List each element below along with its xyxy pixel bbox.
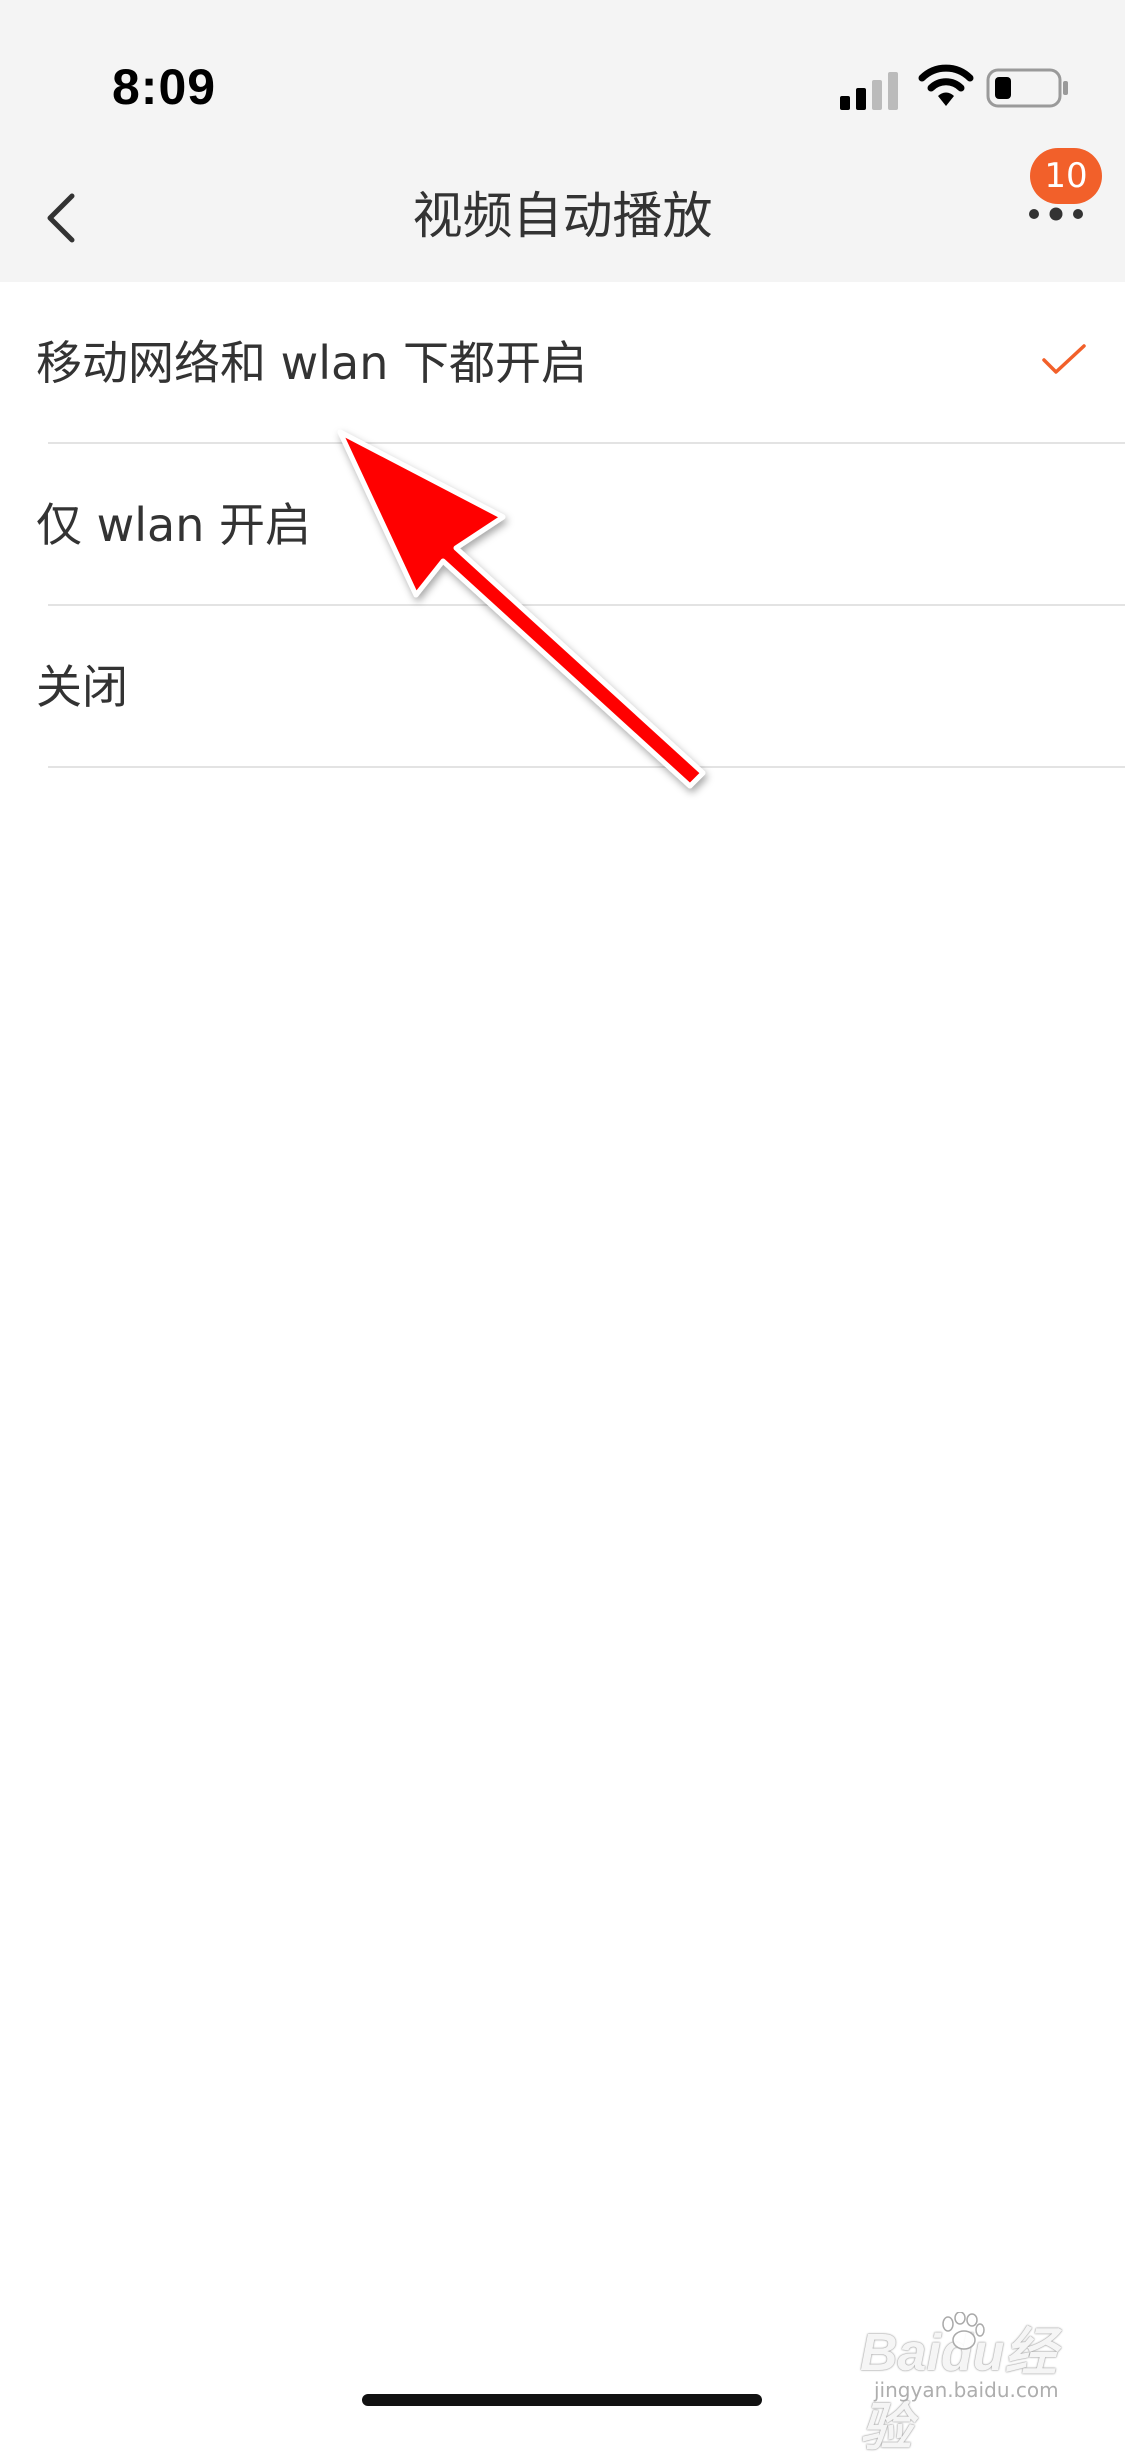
page-title: 视频自动播放 — [412, 187, 713, 245]
option-label: 仅 wlan 开启 — [36, 498, 311, 552]
baidu-watermark: Baidu经验 jingyan.baidu.com — [860, 2310, 1090, 2457]
battery-icon — [986, 68, 1068, 108]
home-indicator — [362, 2394, 762, 2406]
wifi-icon — [918, 64, 974, 106]
notification-badge: 10 — [1030, 148, 1102, 204]
annotation-arrow — [337, 429, 706, 789]
paw-icon — [942, 2312, 985, 2350]
option-label: 关闭 — [36, 660, 128, 714]
checkmark-icon — [1042, 344, 1086, 374]
status-time: 8:09 — [112, 59, 217, 115]
cellular-signal-icon — [840, 72, 898, 110]
watermark-url: jingyan.baidu.com — [874, 2378, 1059, 2402]
more-dots-icon — [1029, 207, 1083, 221]
